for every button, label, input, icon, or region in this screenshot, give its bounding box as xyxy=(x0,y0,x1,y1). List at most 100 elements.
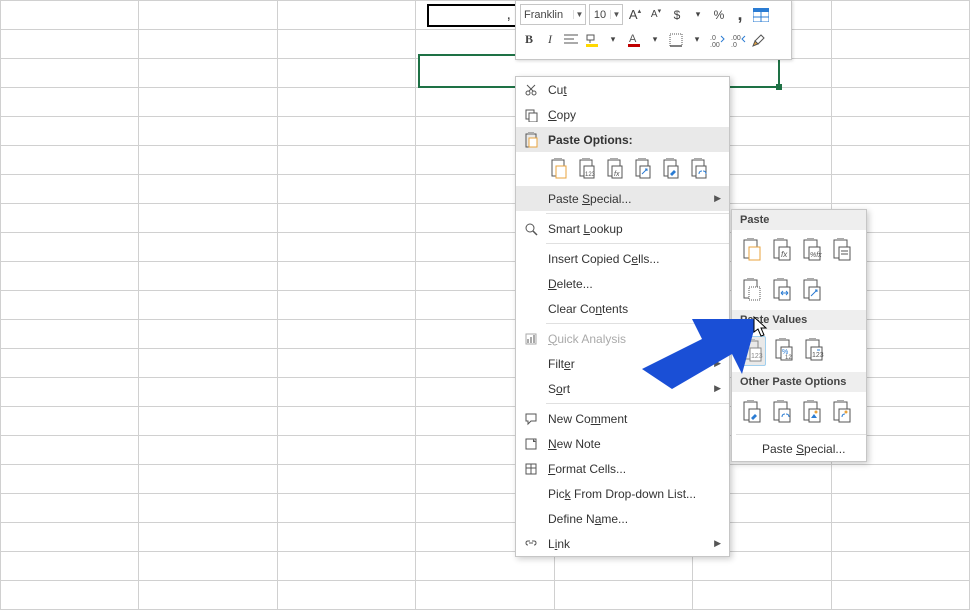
paste-no-borders-btn[interactable] xyxy=(740,276,764,304)
menu-link-label: Link xyxy=(548,537,706,551)
clipboard-icon xyxy=(522,131,540,149)
menu-filter[interactable]: Filter ▶ xyxy=(516,351,729,376)
paste-formulas-button[interactable]: fx xyxy=(604,156,626,182)
scissors-icon xyxy=(522,81,540,99)
search-icon xyxy=(522,220,540,238)
borders-dropdown[interactable]: ▾ xyxy=(688,30,706,50)
quick-analysis-icon xyxy=(522,330,540,348)
menu-new-note-label: New Note xyxy=(548,437,721,451)
cell-d1[interactable]: , xyxy=(427,4,517,27)
submenu-paste-special[interactable]: Paste Special... xyxy=(732,437,866,461)
menu-paste-options-label: Paste Options: xyxy=(548,133,721,147)
submenu-paste-row: fx %fx xyxy=(732,230,866,270)
menu-cut-label: Cut xyxy=(548,83,721,97)
decrease-decimal-button[interactable]: .00.0 xyxy=(730,30,748,50)
svg-text:12: 12 xyxy=(785,355,792,361)
paste-keep-src-btn[interactable] xyxy=(830,236,854,264)
paste-options-row: 123 fx xyxy=(516,152,729,186)
currency-dropdown[interactable]: ▾ xyxy=(689,5,707,25)
svg-text:fx: fx xyxy=(781,250,788,259)
paste-all-btn[interactable] xyxy=(740,236,764,264)
paste-values-srcfmt-btn[interactable]: 123 xyxy=(802,336,826,364)
menu-insert-copied-label: Insert Copied Cells... xyxy=(548,252,721,266)
bold-button[interactable]: B xyxy=(520,30,538,50)
submenu-arrow-icon: ▶ xyxy=(714,538,721,549)
menu-delete-label: Delete... xyxy=(548,277,721,291)
menu-cut[interactable]: Cut xyxy=(516,77,729,102)
increase-decimal-button[interactable]: .0.00 xyxy=(709,30,727,50)
currency-button[interactable]: $ xyxy=(668,5,686,25)
paste-transpose-button[interactable] xyxy=(632,156,654,182)
paste-formatting-button[interactable] xyxy=(660,156,682,182)
svg-text:123: 123 xyxy=(751,353,763,360)
menu-pick-list[interactable]: Pick From Drop-down List... xyxy=(516,481,729,506)
menu-define-name-label: Define Name... xyxy=(548,512,721,526)
paste-picture-btn[interactable] xyxy=(800,398,824,426)
menu-define-name[interactable]: Define Name... xyxy=(516,506,729,531)
borders-button[interactable] xyxy=(667,30,685,50)
menu-format-cells-label: Format Cells... xyxy=(548,462,721,476)
submenu-paste-row-2 xyxy=(732,270,866,310)
submenu-values-header: Paste Values xyxy=(732,310,866,330)
menu-clear-contents[interactable]: Clear Contents xyxy=(516,296,729,321)
note-icon xyxy=(522,435,540,453)
menu-insert-copied[interactable]: Insert Copied Cells... xyxy=(516,246,729,271)
paste-col-width-btn[interactable] xyxy=(770,276,794,304)
paste-values-button[interactable]: 123 xyxy=(576,156,598,182)
context-menu: Cut Copy Paste Options: 123 fx Paste Spe… xyxy=(515,76,730,557)
font-color-dropdown[interactable]: ▾ xyxy=(646,30,664,50)
menu-paste-special-label: Paste Special... xyxy=(548,192,706,206)
fill-color-button[interactable] xyxy=(583,30,601,50)
chevron-down-icon: ▼ xyxy=(573,10,585,19)
fill-color-dropdown[interactable]: ▾ xyxy=(604,30,622,50)
paste-transpose-btn[interactable] xyxy=(800,276,824,304)
menu-paste-special[interactable]: Paste Special... ▶ xyxy=(516,186,729,211)
menu-pick-list-label: Pick From Drop-down List... xyxy=(548,487,721,501)
font-size-value: 10 xyxy=(590,9,610,21)
submenu-other-header: Other Paste Options xyxy=(732,372,866,392)
paste-formatting-only-btn[interactable] xyxy=(740,398,764,426)
menu-link[interactable]: Link ▶ xyxy=(516,531,729,556)
paste-special-submenu: Paste fx %fx Paste Values 123 %12 123 Ot… xyxy=(731,209,867,462)
menu-smart-lookup[interactable]: Smart Lookup xyxy=(516,216,729,241)
menu-new-comment[interactable]: New Comment xyxy=(516,406,729,431)
format-table-button[interactable] xyxy=(752,5,770,25)
svg-text:fx: fx xyxy=(614,171,620,178)
mini-toolbar: Franklin ▼ 10 ▼ A▴ A▾ $ ▾ % , B I ▾ A ▾ xyxy=(515,0,792,60)
paste-all-button[interactable] xyxy=(548,156,570,182)
decrease-font-button[interactable]: A▾ xyxy=(647,5,665,25)
percent-button[interactable]: % xyxy=(710,5,728,25)
paste-linked-picture-btn[interactable] xyxy=(830,398,854,426)
increase-font-button[interactable]: A▴ xyxy=(626,5,644,25)
menu-paste-options: Paste Options: xyxy=(516,127,729,152)
paste-values-only-btn[interactable]: 123 xyxy=(740,336,766,366)
menu-copy-label: Copy xyxy=(548,108,721,122)
menu-format-cells[interactable]: Format Cells... xyxy=(516,456,729,481)
font-name-dropdown[interactable]: Franklin ▼ xyxy=(520,4,586,25)
svg-text:123: 123 xyxy=(812,352,824,359)
paste-formulas-nf-btn[interactable]: %fx xyxy=(800,236,824,264)
svg-text:.00: .00 xyxy=(710,42,720,47)
menu-new-note[interactable]: New Note xyxy=(516,431,729,456)
submenu-arrow-icon: ▶ xyxy=(714,358,721,369)
paste-formulas-btn[interactable]: fx xyxy=(770,236,794,264)
menu-smart-lookup-label: Smart Lookup xyxy=(548,222,721,236)
format-painter-button[interactable] xyxy=(751,30,769,50)
italic-button[interactable]: I xyxy=(541,30,559,50)
font-size-dropdown[interactable]: 10 ▼ xyxy=(589,4,623,25)
menu-copy[interactable]: Copy xyxy=(516,102,729,127)
submenu-other-row xyxy=(732,392,866,432)
paste-link-button[interactable] xyxy=(688,156,710,182)
submenu-arrow-icon: ▶ xyxy=(714,193,721,204)
paste-link-btn[interactable] xyxy=(770,398,794,426)
comment-icon xyxy=(522,410,540,428)
paste-values-nf-btn[interactable]: %12 xyxy=(772,336,796,364)
font-color-button[interactable]: A xyxy=(625,30,643,50)
align-button[interactable] xyxy=(562,30,580,50)
copy-icon xyxy=(522,106,540,124)
svg-text:.0: .0 xyxy=(710,35,716,42)
menu-sort[interactable]: Sort ▶ xyxy=(516,376,729,401)
submenu-values-row: 123 %12 123 xyxy=(732,330,866,372)
menu-delete[interactable]: Delete... xyxy=(516,271,729,296)
comma-style-button[interactable]: , xyxy=(731,5,749,25)
